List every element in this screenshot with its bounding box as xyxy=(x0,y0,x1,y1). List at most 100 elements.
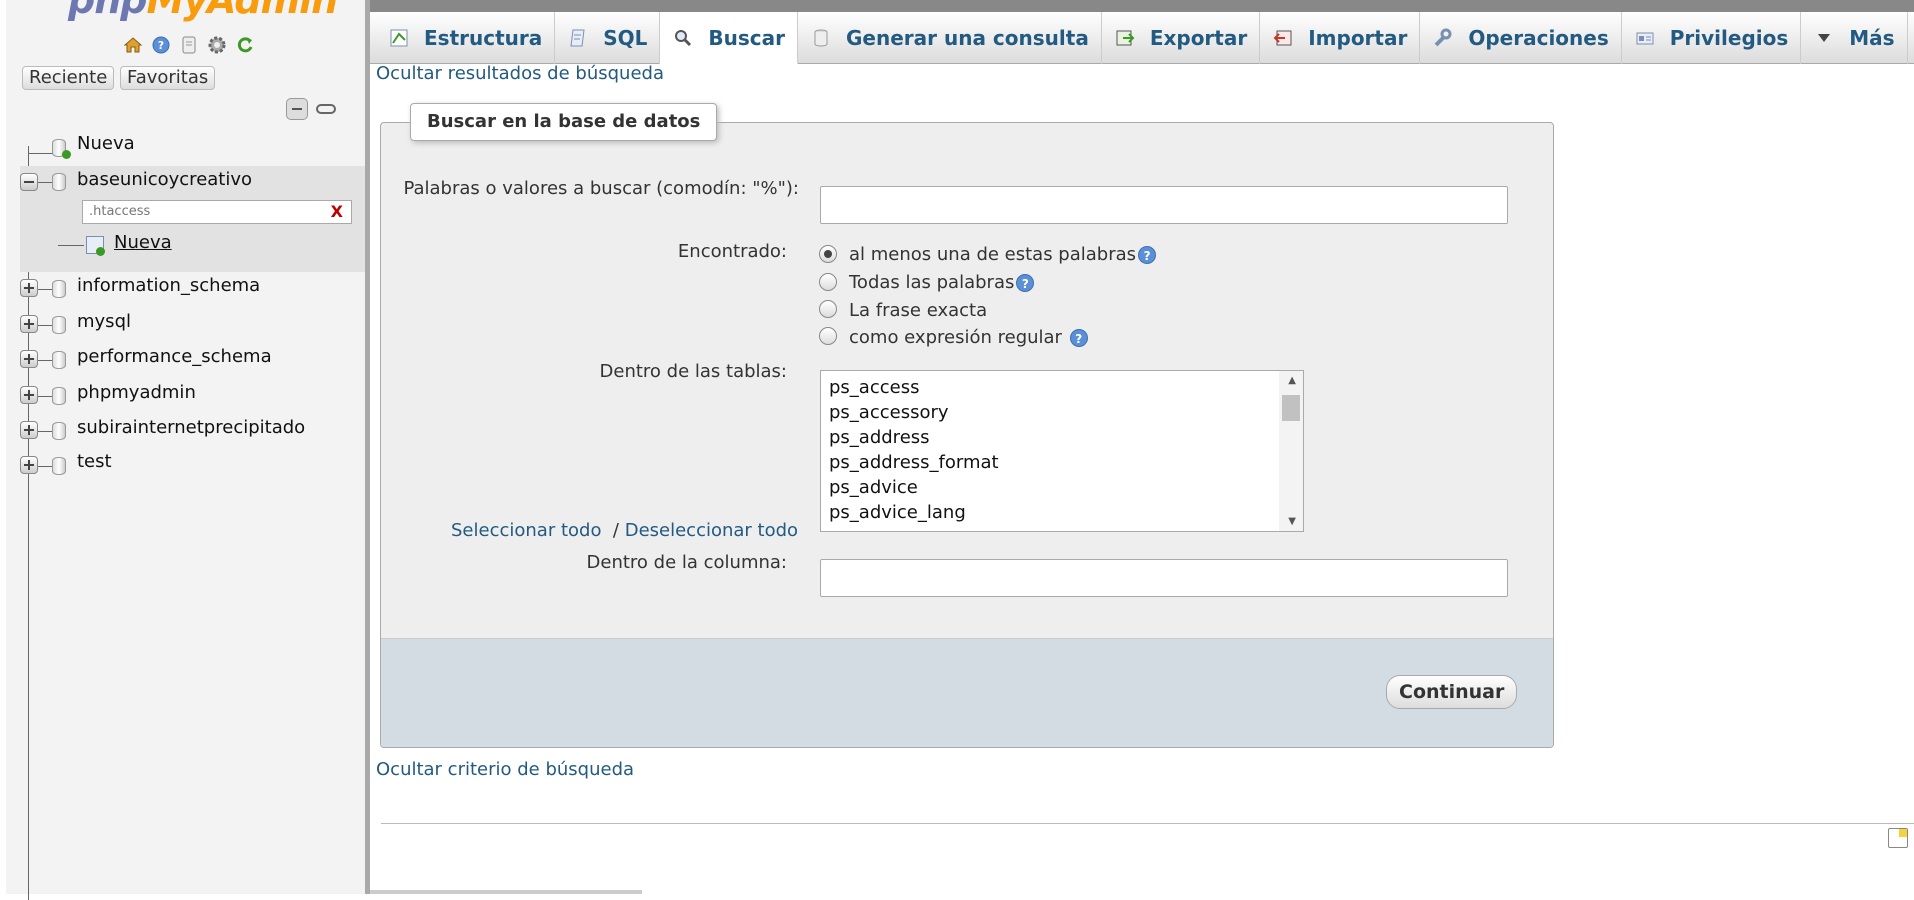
database-link[interactable]: subirainternetprecipitado xyxy=(77,417,305,438)
scrollbar-thumb[interactable] xyxy=(1282,395,1300,421)
clear-filter-button[interactable]: X xyxy=(331,202,343,221)
database-icon xyxy=(52,351,66,369)
database-icon xyxy=(52,422,66,440)
table-filter-input[interactable]: .htaccess X xyxy=(82,200,352,224)
scroll-up-icon[interactable]: ▲ xyxy=(1288,375,1296,386)
criteria-phrase-label: La frase exacta xyxy=(849,300,988,321)
database-link[interactable]: mysql xyxy=(77,311,131,332)
database-link[interactable]: test xyxy=(77,451,112,472)
expand-icon[interactable] xyxy=(20,279,38,297)
database-icon xyxy=(52,280,66,298)
plus-icon xyxy=(62,150,71,159)
new-table-link[interactable]: Nueva xyxy=(114,232,172,253)
breadcrumb-bar xyxy=(370,0,1914,12)
tab-import[interactable]: Importar xyxy=(1260,12,1421,64)
plus-icon xyxy=(96,247,105,256)
console-icon[interactable] xyxy=(1888,828,1908,848)
expand-icon[interactable] xyxy=(20,315,38,333)
table-option[interactable]: ps_accessory xyxy=(821,400,1303,425)
select-all-link[interactable]: Seleccionar todo xyxy=(451,520,601,541)
help-icon[interactable]: ? xyxy=(1016,274,1035,292)
recent-button[interactable]: Reciente xyxy=(22,66,115,90)
criteria-all-radio[interactable] xyxy=(819,273,837,291)
tab-bar: Estructura SQL Buscar Generar una consul… xyxy=(370,12,1914,64)
tables-scrollbar[interactable]: ▲ ▼ xyxy=(1279,371,1303,531)
navigation-sidebar: phpMyAdmin ? Reciente Favoritas Nueva ba… xyxy=(0,0,365,900)
structure-icon xyxy=(388,27,410,49)
table-option[interactable]: ps_address xyxy=(821,425,1303,450)
table-option[interactable]: ps_access xyxy=(821,375,1303,400)
criteria-all-label: Todas las palabras? xyxy=(849,272,1035,293)
tab-export[interactable]: Exportar xyxy=(1102,12,1261,64)
tab-search[interactable]: Buscar xyxy=(660,12,799,64)
expand-icon[interactable] xyxy=(20,456,38,474)
found-label: Encontrado: xyxy=(677,241,787,262)
collapse-icon[interactable] xyxy=(20,173,38,191)
column-label: Dentro de la columna: xyxy=(586,552,787,573)
expand-icon[interactable] xyxy=(20,386,38,404)
export-icon xyxy=(1114,27,1136,49)
link-with-main-icon[interactable] xyxy=(316,104,336,114)
tab-more[interactable]: Más xyxy=(1801,12,1908,64)
reload-icon[interactable] xyxy=(234,34,256,56)
hide-criteria-link[interactable]: Ocultar criterio de búsqueda xyxy=(376,759,634,780)
criteria-any-label: al menos una de estas palabras? xyxy=(849,244,1157,265)
tables-label: Dentro de las tablas: xyxy=(599,361,787,382)
criteria-regex-label: como expresión regular ? xyxy=(849,327,1088,348)
hide-results-link[interactable]: Ocultar resultados de búsqueda xyxy=(376,63,664,84)
expand-icon[interactable] xyxy=(20,421,38,439)
database-icon xyxy=(52,316,66,334)
tables-select[interactable]: ps_access ps_accessory ps_address ps_add… xyxy=(820,370,1304,532)
sql-icon xyxy=(567,27,589,49)
database-icon xyxy=(52,173,66,191)
tab-query[interactable]: Generar una consulta xyxy=(798,12,1102,64)
phpmyadmin-logo[interactable]: phpMyAdmin xyxy=(68,0,338,22)
database-link[interactable]: phpmyadmin xyxy=(77,382,196,403)
table-option[interactable]: ps_address_format xyxy=(821,450,1303,475)
database-link[interactable]: performance_schema xyxy=(77,346,272,367)
expand-icon[interactable] xyxy=(20,350,38,368)
tab-sql[interactable]: SQL xyxy=(555,12,661,64)
settings-icon[interactable] xyxy=(206,34,228,56)
search-words-input[interactable] xyxy=(820,186,1508,224)
database-icon xyxy=(52,457,66,475)
console-bar xyxy=(370,890,642,894)
help-icon[interactable]: ? xyxy=(150,34,172,56)
favorites-button[interactable]: Favoritas xyxy=(120,66,216,90)
import-icon xyxy=(1272,27,1294,49)
divider xyxy=(381,823,1914,824)
query-icon xyxy=(810,27,832,49)
search-fieldset-title: Buscar en la base de datos xyxy=(410,103,718,141)
tab-privileges[interactable]: Privilegios xyxy=(1622,12,1802,64)
criteria-any-radio[interactable] xyxy=(819,245,837,263)
new-database-link[interactable]: Nueva xyxy=(77,133,135,154)
sidebar-nav-icons: ? xyxy=(122,34,256,56)
home-icon[interactable] xyxy=(122,34,144,56)
search-words-label: Palabras o valores a buscar (comodín: "%… xyxy=(403,178,799,199)
docs-icon[interactable] xyxy=(178,34,200,56)
tab-structure[interactable]: Estructura xyxy=(376,12,556,64)
select-links: Seleccionar todo / Deseleccionar todo xyxy=(451,520,799,541)
sidebar-resizer[interactable] xyxy=(365,0,370,894)
table-option[interactable]: ps_advice xyxy=(821,475,1303,500)
wrench-icon xyxy=(1432,27,1454,49)
collapse-all-icon[interactable] xyxy=(286,98,308,120)
database-link[interactable]: baseunicoycreativo xyxy=(77,169,252,190)
table-option[interactable]: ps_advice_lang xyxy=(821,500,1303,525)
privileges-icon xyxy=(1634,27,1656,49)
column-input[interactable] xyxy=(820,559,1508,597)
help-icon[interactable]: ? xyxy=(1138,246,1157,264)
database-link[interactable]: information_schema xyxy=(77,275,260,296)
svg-text:?: ? xyxy=(158,39,164,52)
help-icon[interactable]: ? xyxy=(1069,329,1088,347)
criteria-phrase-radio[interactable] xyxy=(819,300,837,318)
form-footer xyxy=(381,638,1553,747)
scroll-down-icon[interactable]: ▼ xyxy=(1288,516,1296,527)
deselect-all-link[interactable]: Deseleccionar todo xyxy=(625,520,798,541)
continue-button[interactable]: Continuar xyxy=(1386,675,1518,709)
tab-operations[interactable]: Operaciones xyxy=(1420,12,1622,64)
database-icon xyxy=(52,387,66,405)
criteria-regex-radio[interactable] xyxy=(819,327,837,345)
search-icon xyxy=(672,27,694,49)
caret-down-icon xyxy=(1813,27,1835,49)
